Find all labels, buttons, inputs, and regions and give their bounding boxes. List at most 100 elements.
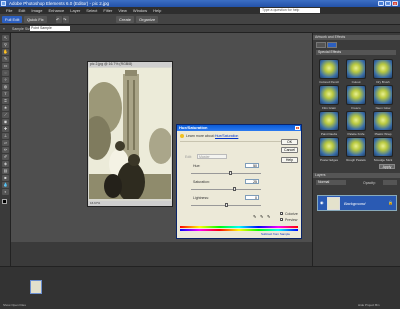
effect-thumb-paint-daubs[interactable]: [319, 111, 339, 131]
effect-thumb-film-grain[interactable]: [319, 85, 339, 105]
cookie-cutter-tool-icon[interactable]: ★: [2, 105, 9, 111]
organize-button[interactable]: Organize: [136, 16, 159, 23]
blur-tool-icon[interactable]: 💧: [2, 182, 9, 188]
cancel-button[interactable]: Cancel: [281, 147, 298, 153]
close-window-button[interactable]: ×: [392, 1, 398, 6]
document-photo[interactable]: [89, 68, 171, 199]
hand-tool-icon[interactable]: ✋: [2, 49, 9, 55]
full-edit-tab[interactable]: Full Edit: [2, 16, 23, 23]
eyedropper-sample-icon[interactable]: ✎: [253, 214, 256, 219]
clone-stamp-tool-icon[interactable]: ⊥: [2, 133, 9, 139]
artwork-tab-icon[interactable]: [316, 42, 326, 48]
effect-label: Neon Glow: [375, 106, 391, 110]
hue-slider-thumb[interactable]: [229, 171, 233, 175]
menu-window[interactable]: Window: [133, 8, 147, 13]
menu-filter[interactable]: Filter: [103, 8, 112, 13]
healing-brush-tool-icon[interactable]: ✚: [2, 126, 9, 132]
menu-file[interactable]: File: [6, 8, 12, 13]
hue-slider-track[interactable]: [191, 173, 261, 174]
effects-tab-icon[interactable]: [327, 42, 337, 48]
dialog-close-button[interactable]: ×: [295, 126, 300, 130]
brush-tool-icon[interactable]: ✐: [2, 154, 9, 160]
lightness-slider-thumb[interactable]: [224, 203, 228, 207]
paint-bucket-tool-icon[interactable]: ◈: [2, 161, 9, 167]
preview-checkbox[interactable]: ✓: [280, 218, 284, 222]
eyedropper-icon[interactable]: ⌖: [3, 25, 5, 33]
effect-thumb-smudge-stick[interactable]: [373, 137, 393, 157]
straighten-tool-icon[interactable]: ⟋: [2, 112, 9, 118]
pencil-tool-icon[interactable]: ✏: [2, 147, 9, 153]
eyedropper-subtract-icon[interactable]: ✎: [267, 214, 270, 219]
edit-channel-select[interactable]: Master: [197, 154, 227, 159]
gradient-tool-icon[interactable]: ▤: [2, 168, 9, 174]
dialog-title[interactable]: Hue/Saturation: [177, 125, 301, 131]
effect-thumb-plastic-wrap[interactable]: [373, 111, 393, 131]
layers-header[interactable]: Layers: [313, 173, 400, 178]
shape-tool-icon[interactable]: ■: [2, 175, 9, 181]
sample-size-select[interactable]: Point Sample: [30, 26, 70, 31]
redo-icon[interactable]: ↷: [63, 16, 69, 23]
document-title[interactable]: pic 2.jpg @ 16.7% (RGB/8): [88, 62, 172, 67]
menu-select[interactable]: Select: [86, 8, 97, 13]
effect-thumb-palette-knife[interactable]: [346, 111, 366, 131]
colorize-checkbox[interactable]: ✓: [280, 212, 284, 216]
maximize-button[interactable]: □: [385, 1, 391, 6]
undo-icon[interactable]: ↶: [56, 16, 62, 23]
saturation-input[interactable]: 25: [245, 179, 259, 184]
effect-thumb-rough-pastels[interactable]: [346, 137, 366, 157]
effect-thumb-neon-glow[interactable]: [373, 85, 393, 105]
create-button[interactable]: Create: [116, 16, 135, 23]
effect-label: Plastic Wrap: [374, 132, 392, 136]
menu-layer[interactable]: Layer: [70, 8, 80, 13]
zoom-status[interactable]: 16.67%: [88, 201, 172, 206]
saturation-slider-track[interactable]: [191, 189, 261, 190]
menu-help[interactable]: Help: [153, 8, 161, 13]
artwork-effects-header[interactable]: Artwork and Effects: [313, 35, 400, 40]
effect-thumb-dry-brush[interactable]: [373, 59, 393, 79]
eye-visibility-icon[interactable]: ◉: [320, 200, 324, 205]
help-button[interactable]: Help: [281, 157, 298, 163]
help-search-input[interactable]: Type a question for help: [260, 8, 320, 13]
menu-edit[interactable]: Edit: [18, 8, 25, 13]
minimize-button[interactable]: _: [378, 1, 384, 6]
layer-row[interactable]: ◉ Background 🔒: [317, 195, 397, 211]
red-eye-tool-icon[interactable]: ◉: [2, 119, 9, 125]
eraser-tool-icon[interactable]: ▱: [2, 140, 9, 146]
marquee-tool-icon[interactable]: ▭: [2, 63, 9, 69]
effect-thumb-fresco[interactable]: [346, 85, 366, 105]
menu-view[interactable]: View: [118, 8, 127, 13]
foreground-color-swatch[interactable]: [2, 199, 7, 204]
ok-button[interactable]: OK: [281, 139, 298, 145]
saturation-slider-thumb[interactable]: [232, 187, 236, 191]
move-tool-icon[interactable]: ↖: [2, 35, 9, 41]
blend-mode-select[interactable]: Normal: [316, 180, 346, 185]
eyedropper-add-icon[interactable]: ✎: [260, 214, 263, 219]
mode-toolbar: Full Edit Quick Fix ↶ ↷ Create Organize: [0, 14, 400, 25]
menu-image[interactable]: Image: [31, 8, 42, 13]
selection-brush-tool-icon[interactable]: ◍: [2, 84, 9, 90]
zoom-tool-icon[interactable]: ⚲: [2, 42, 9, 48]
eyedropper-tool-icon[interactable]: ✎: [2, 56, 9, 62]
menu-enhance[interactable]: Enhance: [48, 8, 64, 13]
magic-wand-tool-icon[interactable]: ✧: [2, 77, 9, 83]
learn-more-link[interactable]: Hue/Saturation: [215, 134, 238, 138]
show-open-files-select[interactable]: Show Open Files: [3, 303, 26, 307]
opacity-input[interactable]: [383, 180, 397, 185]
hide-project-bin-button[interactable]: Hide Project Bin: [358, 303, 380, 307]
effects-category-select[interactable]: Special Effects: [316, 50, 396, 55]
effect-thumb-poster-edges[interactable]: [319, 137, 339, 157]
colorize-label: Colorize: [285, 212, 298, 216]
lightness-label: Lightness:: [193, 196, 209, 200]
lasso-tool-icon[interactable]: ◌: [2, 70, 9, 76]
apply-effect-button[interactable]: Apply: [379, 164, 395, 169]
text-tool-icon[interactable]: T: [2, 91, 9, 97]
sponge-tool-icon[interactable]: ◐: [2, 189, 9, 195]
project-bin-thumbnail[interactable]: [30, 280, 42, 294]
hue-input[interactable]: 50: [245, 163, 259, 168]
effect-thumb-colored-pencil[interactable]: [319, 59, 339, 79]
crop-tool-icon[interactable]: ⌗: [2, 98, 9, 104]
layer-name[interactable]: Background: [344, 201, 365, 206]
quick-fix-tab[interactable]: Quick Fix: [24, 16, 47, 23]
lightness-input[interactable]: 0: [245, 195, 259, 200]
effect-thumb-cutout[interactable]: [346, 59, 366, 79]
